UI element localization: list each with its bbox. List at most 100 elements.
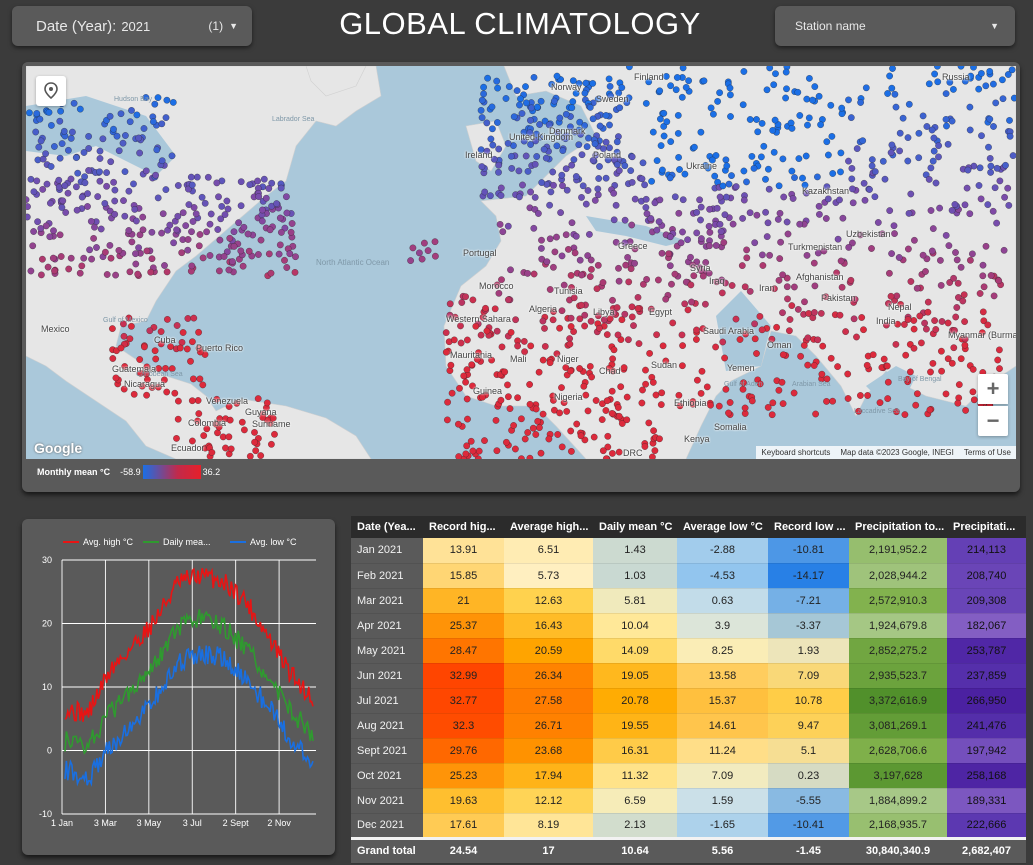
station-dot[interactable] xyxy=(806,75,813,82)
station-dot[interactable] xyxy=(884,378,892,386)
station-dot[interactable] xyxy=(751,335,759,343)
station-dot[interactable] xyxy=(779,351,787,359)
station-dot[interactable] xyxy=(751,320,758,328)
station-dot[interactable] xyxy=(567,367,574,375)
station-dot[interactable] xyxy=(283,264,291,271)
station-dot[interactable] xyxy=(269,414,277,422)
station-dot[interactable] xyxy=(33,177,41,185)
station-dot[interactable] xyxy=(70,99,78,107)
station-dot[interactable] xyxy=(659,166,666,174)
station-dot[interactable] xyxy=(58,140,66,147)
station-dot[interactable] xyxy=(957,263,965,271)
station-dot[interactable] xyxy=(529,424,537,432)
station-dot[interactable] xyxy=(546,235,554,243)
station-dot[interactable] xyxy=(163,96,171,104)
station-dot[interactable] xyxy=(577,432,585,440)
station-dot[interactable] xyxy=(507,266,514,274)
station-dot[interactable] xyxy=(741,283,749,291)
station-dot[interactable] xyxy=(39,255,46,263)
station-dot[interactable] xyxy=(886,207,894,214)
station-dot[interactable] xyxy=(541,325,548,332)
station-dot[interactable] xyxy=(558,307,566,315)
station-dot[interactable] xyxy=(51,143,58,150)
station-dot[interactable] xyxy=(219,433,227,441)
station-dot[interactable] xyxy=(157,328,165,335)
station-dot[interactable] xyxy=(995,277,1003,285)
station-dot[interactable] xyxy=(539,356,547,364)
station-dot[interactable] xyxy=(714,98,721,105)
station-dot[interactable] xyxy=(1006,117,1013,124)
station-dot[interactable] xyxy=(825,151,832,159)
station-dot[interactable] xyxy=(987,169,994,176)
station-dot[interactable] xyxy=(845,157,852,165)
station-dot[interactable] xyxy=(483,327,491,335)
station-dot[interactable] xyxy=(431,238,439,246)
station-dot[interactable] xyxy=(47,199,54,207)
station-dot[interactable] xyxy=(809,96,816,104)
station-dot[interactable] xyxy=(944,140,952,148)
station-dot[interactable] xyxy=(138,382,146,390)
station-dot[interactable] xyxy=(759,262,767,269)
station-dot[interactable] xyxy=(488,103,496,111)
station-dot[interactable] xyxy=(519,181,526,189)
station-dot[interactable] xyxy=(567,323,575,330)
station-dot[interactable] xyxy=(667,233,674,241)
table-row[interactable]: Apr 2021 25.37 16.43 10.04 3.9 -3.37 1,924,679… xyxy=(351,613,1026,639)
station-dot[interactable] xyxy=(904,134,912,141)
station-dot[interactable] xyxy=(648,177,655,185)
station-dot[interactable] xyxy=(609,355,616,363)
station-dot[interactable] xyxy=(819,342,827,350)
station-dot[interactable] xyxy=(955,381,963,388)
station-dot[interactable] xyxy=(857,99,864,106)
station-dot[interactable] xyxy=(38,271,45,279)
station-dot[interactable] xyxy=(905,245,912,253)
station-dot[interactable] xyxy=(109,355,117,362)
column-header[interactable]: Daily mean °C xyxy=(593,516,677,538)
station-dot[interactable] xyxy=(765,185,773,193)
station-dot[interactable] xyxy=(628,313,636,321)
station-dot[interactable] xyxy=(788,125,796,132)
station-dot[interactable] xyxy=(230,243,238,250)
station-dot[interactable] xyxy=(538,236,545,244)
station-dot[interactable] xyxy=(844,370,852,378)
station-dot[interactable] xyxy=(80,149,88,156)
station-dot[interactable] xyxy=(133,217,140,225)
table-row[interactable]: Oct 2021 25.23 17.94 11.32 7.09 0.23 3,197,628… xyxy=(351,763,1026,789)
station-dot[interactable] xyxy=(760,142,768,150)
station-dot[interactable] xyxy=(56,231,64,239)
station-dot[interactable] xyxy=(679,196,687,204)
station-dot[interactable] xyxy=(497,396,505,404)
station-dot[interactable] xyxy=(546,286,554,293)
station-dot[interactable] xyxy=(770,81,778,89)
station-dot[interactable] xyxy=(631,245,639,253)
table-row[interactable]: Jun 2021 32.99 26.34 19.05 13.58 7.09 2,935,52… xyxy=(351,663,1026,689)
station-dot[interactable] xyxy=(660,132,668,140)
station-dot[interactable] xyxy=(216,236,224,244)
station-dot[interactable] xyxy=(258,217,266,225)
station-dot[interactable] xyxy=(286,250,294,258)
station-map[interactable]: Finland Norway Sweden Russia Hudson Bay Labra… xyxy=(26,66,1016,459)
station-dot[interactable] xyxy=(111,197,119,205)
station-dot[interactable] xyxy=(728,172,735,179)
station-dot[interactable] xyxy=(139,213,147,221)
station-dot[interactable] xyxy=(518,415,525,423)
station-dot[interactable] xyxy=(257,236,265,244)
station-dot[interactable] xyxy=(490,155,498,163)
station-dot[interactable] xyxy=(588,266,595,273)
station-dot[interactable] xyxy=(990,123,997,130)
station-dot[interactable] xyxy=(72,154,80,161)
station-dot[interactable] xyxy=(49,254,57,262)
station-dot[interactable] xyxy=(795,155,803,162)
station-dot[interactable] xyxy=(860,326,867,334)
station-dot[interactable] xyxy=(970,396,978,404)
station-dot[interactable] xyxy=(524,429,532,436)
station-dot[interactable] xyxy=(844,395,852,402)
station-dot[interactable] xyxy=(646,350,653,357)
station-dot[interactable] xyxy=(986,155,994,162)
station-dot[interactable] xyxy=(621,162,629,170)
station-dot[interactable] xyxy=(518,110,526,117)
station-dot[interactable] xyxy=(986,115,994,123)
station-dot[interactable] xyxy=(938,367,945,375)
station-dot[interactable] xyxy=(273,200,280,207)
temperature-line-chart[interactable]: 3020100-101 Jan 3 Mar 3 May 3 Jul 2 Sept 2 No… xyxy=(22,519,335,855)
